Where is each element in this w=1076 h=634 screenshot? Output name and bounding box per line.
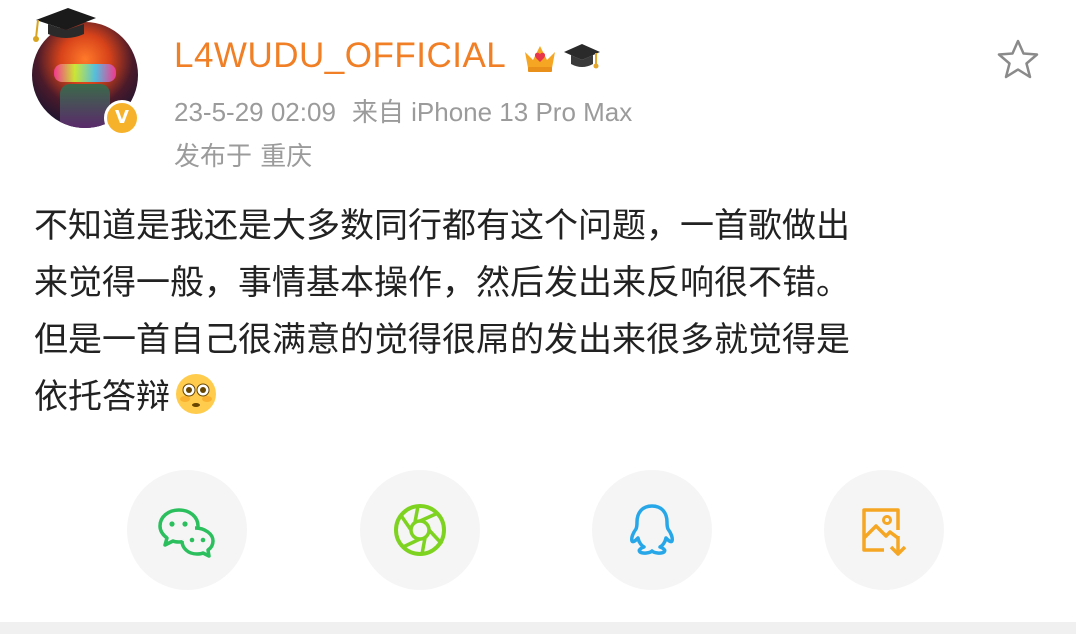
qq-icon <box>630 504 674 555</box>
save-image-icon <box>862 508 907 556</box>
graduation-cap-icon <box>33 8 96 42</box>
share-wechat-button[interactable] <box>127 470 247 590</box>
bottom-divider <box>0 622 1076 634</box>
flushed-face-icon <box>176 374 216 414</box>
wechat-icon <box>158 508 215 558</box>
crown-badge-icon <box>525 46 555 72</box>
favorite-star-icon[interactable] <box>996 38 1040 80</box>
moments-icon <box>394 504 446 556</box>
share-moments-button[interactable] <box>360 470 480 590</box>
post-text: 不知道是我还是大多数同行都有这个问题，一首歌做出 来觉得一般，事情基本操作，然后… <box>34 198 1044 426</box>
share-save-image-button[interactable] <box>824 470 944 590</box>
post-meta: 23-5-29 02:09 来自 iPhone 13 Pro Max <box>174 92 632 129</box>
post-timestamp: 23-5-29 02:09 <box>174 97 336 127</box>
graduation-badge-icon <box>564 44 600 69</box>
post-text-line: 来觉得一般，事情基本操作，然后发出来反响很不错。 <box>34 263 850 303</box>
share-row <box>0 470 1076 590</box>
share-qq-button[interactable] <box>592 470 712 590</box>
post-text-line: 依托答辩 <box>34 369 1044 426</box>
verified-badge: V <box>104 100 140 136</box>
username[interactable]: L4WUDU_OFFICIAL <box>174 36 506 76</box>
post-location: 发布于 重庆 <box>174 142 313 172</box>
post-text-line: 但是一首自己很满意的觉得很屌的发出来很多就觉得是 <box>34 320 850 360</box>
avatar[interactable]: V <box>28 4 152 136</box>
post-source: 来自 iPhone 13 Pro Max <box>351 97 633 127</box>
post-text-line: 不知道是我还是大多数同行都有这个问题，一首歌做出 <box>34 206 850 246</box>
